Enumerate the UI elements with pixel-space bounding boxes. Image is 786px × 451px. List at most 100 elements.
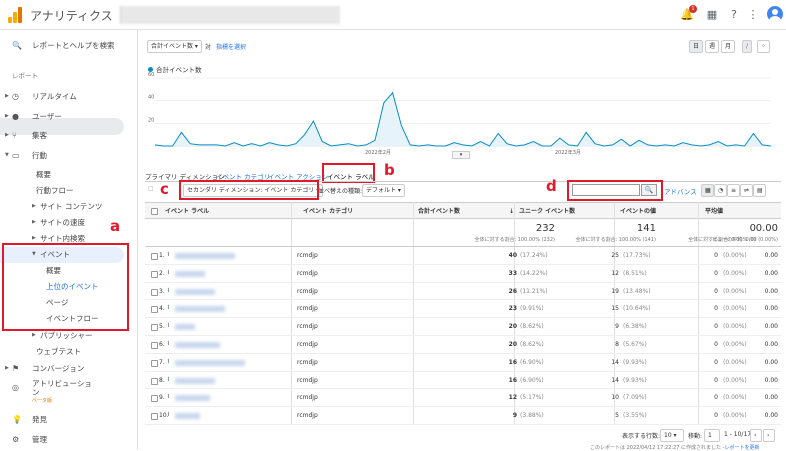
motion-chart-icon[interactable]: ⁘ [757, 40, 771, 53]
row-checkbox[interactable] [151, 342, 158, 349]
annotation-box-d [567, 180, 663, 201]
sidebar-item-behavior-flow[interactable]: 行動フロー [0, 182, 137, 199]
sidebar-item-site-content[interactable]: ▶ サイト コンテンツ [0, 198, 137, 215]
row-chart-icon[interactable]: ⌇ [167, 336, 170, 354]
event-label-link[interactable] [175, 288, 215, 295]
col-event-value[interactable]: イベントの値 [620, 203, 656, 220]
row-number: 2. [159, 269, 165, 277]
row-checkbox[interactable] [151, 395, 158, 403]
table-view-icon[interactable]: ▦ [701, 184, 714, 197]
advanced-filter-link[interactable]: アドバンス [664, 186, 697, 196]
event-label-link[interactable] [175, 306, 225, 313]
row-checkbox[interactable] [151, 270, 158, 278]
row-chart-icon[interactable]: ⌇ [167, 283, 170, 301]
refresh-report-link[interactable]: レポートを更新 [724, 445, 759, 451]
col-event-category[interactable]: イベント カテゴリ [303, 203, 353, 220]
pick-metric-link[interactable]: 指標を選択 [216, 42, 246, 51]
event-category-cell: rcmdjp [297, 305, 318, 313]
row-chart-icon[interactable]: ⌇ [167, 318, 170, 336]
pie-view-icon[interactable]: ◔ [714, 184, 727, 197]
sidebar-item-acquisition[interactable]: ▶ ⑂ 集客 [0, 127, 137, 144]
next-page-button[interactable]: › [763, 429, 775, 442]
event-label-link[interactable] [175, 270, 205, 277]
notification-badge: 1 [689, 5, 697, 13]
chart-resize-handle[interactable]: ▾ [452, 151, 470, 159]
col-total-events[interactable]: 合計イベント数 [418, 203, 460, 220]
compare-view-icon[interactable]: ⇌ [740, 184, 753, 197]
period-month-button[interactable]: 月 [721, 40, 736, 53]
col-event-label[interactable]: イベント ラベル [165, 203, 209, 220]
prev-page-button[interactable]: ‹ [750, 429, 762, 442]
goto-page-input[interactable]: 1 [704, 429, 720, 442]
annotation-label-c: c [160, 180, 169, 198]
total-events-cell: 16 [508, 376, 517, 384]
event-label-link[interactable] [175, 342, 220, 348]
sidebar-item-admin[interactable]: ⚙ 管理 [0, 431, 137, 448]
col-avg-value[interactable]: 平均値 [705, 203, 723, 220]
row-chart-icon[interactable]: ⌇ [167, 247, 170, 265]
unique-events-cell: 5 [615, 412, 619, 420]
sidebar-item-experiments[interactable]: ウェブテスト [0, 343, 137, 360]
row-chart-icon[interactable]: ⌇ [167, 354, 170, 372]
goto-label: 移動: [688, 433, 703, 440]
row-chart-icon[interactable]: ⌇ [167, 300, 170, 318]
event-category-cell: rcmdjp [297, 287, 318, 295]
rows-per-page-select[interactable]: 10 ▾ [660, 429, 684, 442]
table-row: 8. ⌇ rcmdjp 16 (6.90%) 14 (9.93%) 0 (0.00%) 0.00 [145, 372, 781, 390]
row-chart-icon[interactable]: ⌇ [167, 372, 170, 390]
event-label-link[interactable] [175, 253, 235, 259]
sidebar-item-behavior-overview[interactable]: 概要 [0, 166, 137, 183]
sidebar-search[interactable]: 🔍 レポートとヘルプを検索 [0, 37, 137, 54]
annotation-box-a [2, 243, 129, 331]
help-icon[interactable]: ? [727, 8, 741, 22]
select-all-checkbox[interactable] [151, 208, 158, 215]
row-checkbox[interactable] [151, 324, 158, 332]
sidebar-item-conversions[interactable]: ▶ ⚑ コンバージョン [0, 360, 137, 377]
event-label-link[interactable] [175, 359, 245, 366]
row-checkbox[interactable] [151, 377, 158, 385]
apps-grid-icon[interactable]: ▦ [705, 8, 719, 22]
annotation-label-a: a [110, 217, 121, 235]
analytics-logo-icon[interactable] [8, 7, 22, 23]
plot-rows-button[interactable]: ☐ [148, 186, 153, 193]
avg-value-cell: 0.00 [764, 269, 778, 277]
col-unique-events[interactable]: ユニーク イベント数 [519, 203, 575, 220]
flag-icon: ⚑ [12, 364, 20, 373]
sidebar-item-discover[interactable]: 💡 発見 [0, 411, 137, 428]
row-checkbox[interactable] [151, 359, 158, 367]
sidebar-item-users[interactable]: ▶ ● ユーザー [0, 108, 137, 125]
sidebar-item-behavior[interactable]: ▼ ▭ 行動 [0, 147, 137, 164]
row-checkbox[interactable] [151, 413, 158, 421]
event-label-link[interactable] [175, 413, 200, 420]
avg-value-cell: 0.00 [764, 376, 778, 384]
event-category-cell: rcmdjp [297, 269, 318, 277]
sidebar-item-attribution[interactable]: ◎ アトリビューション ベータ版 [0, 377, 137, 407]
table-row: 6. ⌇ rcmdjp 20 (8.62%) 8 (5.67%) 0 (0.00%) 0.00 [145, 336, 781, 354]
row-checkbox[interactable] [151, 288, 158, 296]
row-chart-icon[interactable]: ⌇ [167, 407, 170, 425]
line-chart-icon[interactable]: ⧸ [742, 40, 753, 53]
row-chart-icon[interactable]: ⌇ [167, 265, 170, 283]
pivot-view-icon[interactable]: ▤ [753, 184, 766, 197]
event-label-link[interactable] [175, 395, 210, 402]
period-day-button[interactable]: 日 [689, 40, 704, 53]
more-vert-icon[interactable]: ⋮ [746, 8, 760, 22]
event-category-cell: rcmdjp [297, 376, 318, 384]
row-checkbox[interactable] [151, 306, 158, 314]
event-label-link[interactable] [175, 377, 215, 384]
table-row: 9. ⌇ rcmdjp 12 (5.17%) 10 (7.09%) 0 (0.00%) 0.00 [145, 389, 781, 408]
sidebar-item-realtime[interactable]: ▶ ◷ リアルタイム [0, 88, 137, 105]
sort-type-select[interactable]: デフォルト ▾ [362, 184, 405, 197]
unique-events-cell: 12 [611, 269, 619, 277]
avg-value-cell: 0.00 [764, 287, 778, 295]
bar-view-icon[interactable]: ≡ [727, 184, 740, 197]
avatar[interactable] [767, 6, 783, 22]
row-checkbox[interactable] [151, 253, 158, 260]
row-chart-icon[interactable]: ⌇ [167, 389, 170, 407]
attribution-icon: ◎ [12, 383, 19, 392]
metric-select[interactable]: 合計イベント数 ▾ [147, 40, 202, 53]
event-category-cell: rcmdjp [297, 341, 318, 348]
account-selector[interactable] [120, 6, 340, 24]
period-week-button[interactable]: 週 [705, 40, 720, 53]
event-label-link[interactable] [175, 324, 195, 331]
